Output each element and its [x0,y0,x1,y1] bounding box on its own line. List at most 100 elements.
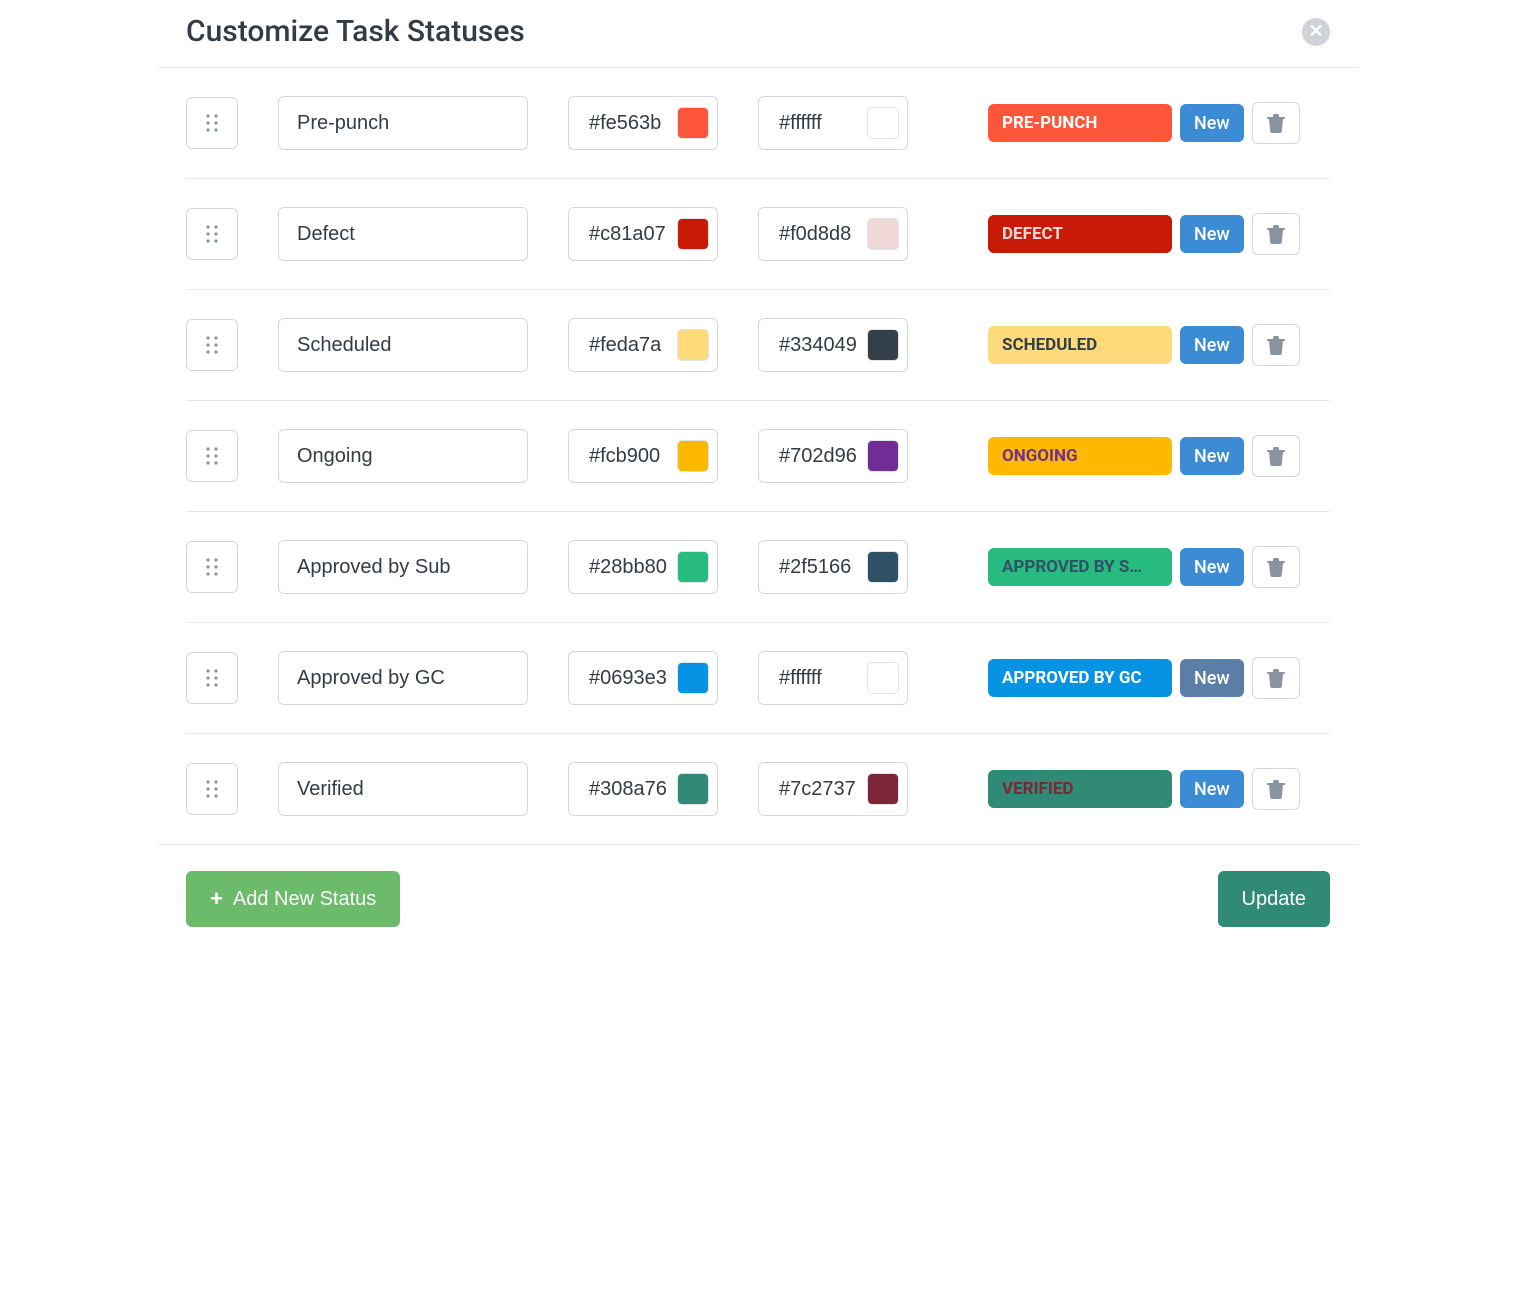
status-name-input[interactable] [278,207,528,261]
modal-title: Customize Task Statuses [186,14,525,49]
drag-handle[interactable] [186,763,238,815]
drag-handle[interactable] [186,319,238,371]
fg-color-input[interactable] [777,777,861,802]
drag-handle[interactable] [186,97,238,149]
drag-icon [205,668,219,688]
fg-color-swatch[interactable] [867,107,899,139]
fg-color-field[interactable] [758,429,908,483]
status-name-input[interactable] [278,96,528,150]
bg-color-swatch[interactable] [677,329,709,361]
fg-color-field[interactable] [758,96,908,150]
bg-color-input[interactable] [587,555,671,580]
status-name-input[interactable] [278,318,528,372]
drag-icon [205,557,219,577]
status-row: SCHEDULED New [186,290,1330,401]
delete-button[interactable] [1252,657,1300,699]
bg-color-field[interactable] [568,540,718,594]
drag-handle[interactable] [186,652,238,704]
delete-button[interactable] [1252,546,1300,588]
fg-color-input[interactable] [777,444,861,469]
fg-color-field[interactable] [758,762,908,816]
status-name-input[interactable] [278,651,528,705]
preview-group: PRE-PUNCH New [988,102,1300,144]
bg-color-input[interactable] [587,111,671,136]
status-badge-preview: APPROVED BY GC [988,659,1172,697]
fg-color-input[interactable] [777,111,861,136]
add-new-status-button[interactable]: + Add New Status [186,871,400,927]
modal-footer: + Add New Status Update [158,844,1358,953]
fg-color-swatch[interactable] [867,551,899,583]
preview-group: APPROVED BY GC New [988,657,1300,699]
close-button[interactable]: ✕ [1302,18,1330,46]
status-row: ONGOING New [186,401,1330,512]
bg-color-input[interactable] [587,333,671,358]
trash-icon [1267,668,1285,688]
drag-handle[interactable] [186,430,238,482]
preview-group: SCHEDULED New [988,324,1300,366]
fg-color-swatch[interactable] [867,440,899,472]
fg-color-input[interactable] [777,333,861,358]
preview-group: APPROVED BY S… New [988,546,1300,588]
fg-color-input[interactable] [777,222,861,247]
trash-icon [1267,446,1285,466]
fg-color-field[interactable] [758,318,908,372]
status-name-input[interactable] [278,762,528,816]
new-badge-preview: New [1180,104,1244,142]
status-list: PRE-PUNCH New [158,68,1358,844]
bg-color-swatch[interactable] [677,773,709,805]
trash-icon [1267,557,1285,577]
drag-icon [205,779,219,799]
bg-color-field[interactable] [568,207,718,261]
bg-color-input[interactable] [587,444,671,469]
delete-button[interactable] [1252,768,1300,810]
fg-color-field[interactable] [758,651,908,705]
new-badge-preview: New [1180,326,1244,364]
delete-button[interactable] [1252,213,1300,255]
bg-color-field[interactable] [568,651,718,705]
bg-color-field[interactable] [568,318,718,372]
delete-button[interactable] [1252,102,1300,144]
status-name-input[interactable] [278,540,528,594]
delete-button[interactable] [1252,324,1300,366]
fg-color-swatch[interactable] [867,662,899,694]
bg-color-swatch[interactable] [677,662,709,694]
new-badge-preview: New [1180,215,1244,253]
bg-color-swatch[interactable] [677,107,709,139]
trash-icon [1267,224,1285,244]
drag-icon [205,113,219,133]
bg-color-input[interactable] [587,222,671,247]
plus-icon: + [210,888,223,910]
bg-color-field[interactable] [568,96,718,150]
drag-handle[interactable] [186,208,238,260]
bg-color-swatch[interactable] [677,440,709,472]
status-row: PRE-PUNCH New [186,68,1330,179]
drag-icon [205,446,219,466]
fg-color-field[interactable] [758,207,908,261]
fg-color-field[interactable] [758,540,908,594]
fg-color-input[interactable] [777,555,861,580]
drag-handle[interactable] [186,541,238,593]
fg-color-swatch[interactable] [867,329,899,361]
trash-icon [1267,779,1285,799]
bg-color-swatch[interactable] [677,551,709,583]
bg-color-field[interactable] [568,429,718,483]
status-name-input[interactable] [278,429,528,483]
bg-color-swatch[interactable] [677,218,709,250]
preview-group: VERIFIED New [988,768,1300,810]
status-row: APPROVED BY S… New [186,512,1330,623]
bg-color-field[interactable] [568,762,718,816]
status-badge-preview: SCHEDULED [988,326,1172,364]
status-badge-preview: DEFECT [988,215,1172,253]
new-badge-preview: New [1180,437,1244,475]
bg-color-input[interactable] [587,777,671,802]
fg-color-swatch[interactable] [867,218,899,250]
bg-color-input[interactable] [587,666,671,691]
update-button[interactable]: Update [1218,871,1331,927]
add-new-status-label: Add New Status [233,888,376,911]
preview-group: DEFECT New [988,213,1300,255]
drag-icon [205,335,219,355]
delete-button[interactable] [1252,435,1300,477]
close-icon: ✕ [1308,23,1323,41]
fg-color-swatch[interactable] [867,773,899,805]
fg-color-input[interactable] [777,666,861,691]
